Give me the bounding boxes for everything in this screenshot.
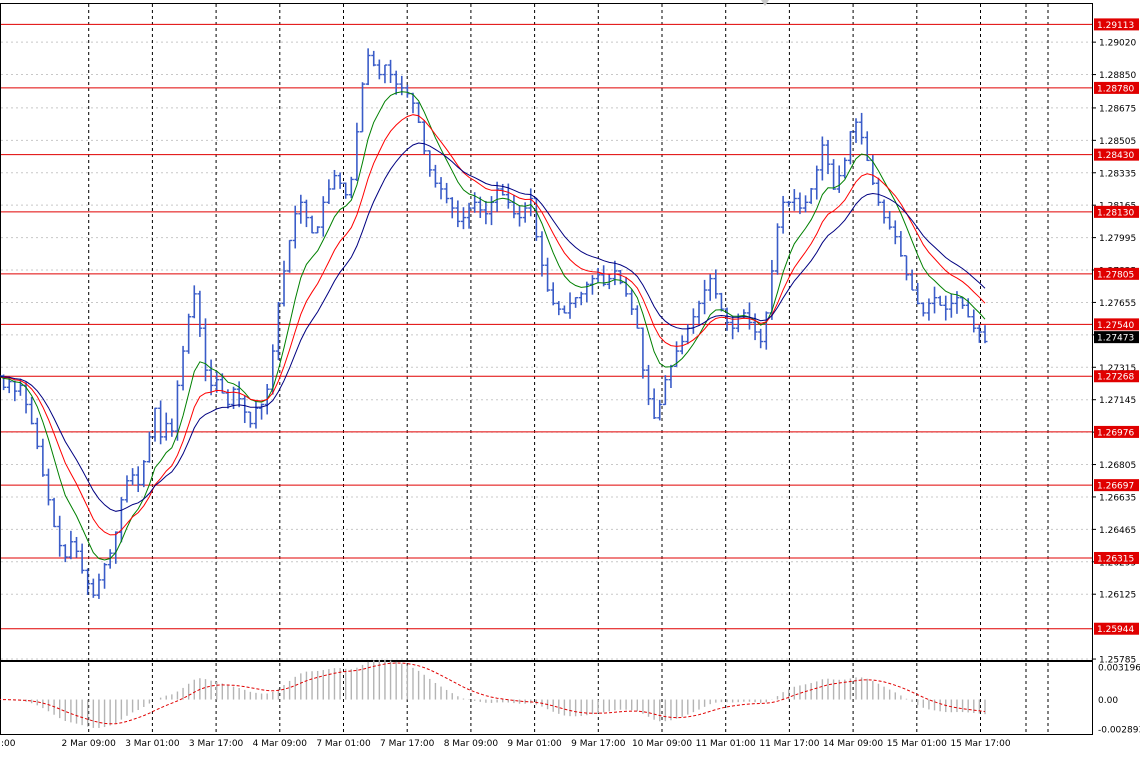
time-tick-label: 8 Mar 09:00 bbox=[444, 739, 499, 749]
level-label: 1.27268 bbox=[1097, 373, 1134, 383]
price-tick-label: 1.28850 bbox=[1099, 71, 1136, 81]
time-tick-label: 14 Mar 09:00 bbox=[823, 739, 883, 749]
time-tick-label: 15 Mar 17:00 bbox=[950, 739, 1010, 749]
oscillator-tick-label: 0.003196 bbox=[1098, 664, 1140, 674]
level-label: 1.25944 bbox=[1097, 625, 1134, 635]
price-tick-label: 1.29020 bbox=[1099, 39, 1136, 49]
level-label: 1.28130 bbox=[1097, 208, 1134, 218]
level-label: 1.28430 bbox=[1097, 151, 1134, 161]
oscillator-tick-label: -0.002893 bbox=[1098, 726, 1140, 736]
time-tick-label: 9 Mar 17:00 bbox=[571, 739, 626, 749]
level-label: 1.26697 bbox=[1097, 482, 1134, 492]
time-tick-label: 15 Mar 01:00 bbox=[887, 739, 947, 749]
time-tick-label: 7 Mar 17:00 bbox=[380, 739, 435, 749]
level-label: 1.26976 bbox=[1097, 428, 1134, 438]
level-label: 1.27805 bbox=[1097, 270, 1134, 280]
price-tick-label: 1.28505 bbox=[1099, 137, 1136, 147]
time-tick-label: 9 Mar 01:00 bbox=[507, 739, 562, 749]
time-tick-label: 2 Mar 09:00 bbox=[62, 739, 117, 749]
oscillator-pane-frame bbox=[0, 661, 1093, 735]
price-tick-label: 1.27145 bbox=[1099, 396, 1136, 406]
time-tick-label: 7 Mar 01:00 bbox=[316, 739, 371, 749]
level-label: 1.28780 bbox=[1097, 84, 1134, 94]
time-tick-label: :00 bbox=[1, 739, 16, 749]
price-chart[interactable]: 1.29020 1.28850 1.28675 1.28505 1.28335 1.281… bbox=[0, 0, 1140, 757]
price-tick-label: 1.27655 bbox=[1099, 299, 1136, 309]
chart-svg: 1.29020 1.28850 1.28675 1.28505 1.28335 1.281… bbox=[0, 0, 1140, 749]
price-tick-label: 1.26805 bbox=[1099, 461, 1136, 471]
level-label: 1.29113 bbox=[1097, 21, 1134, 31]
price-tick-label: 1.28675 bbox=[1099, 104, 1136, 114]
time-tick-label: 3 Mar 01:00 bbox=[125, 739, 180, 749]
time-tick-label: 10 Mar 09:00 bbox=[632, 739, 692, 749]
oscillator-tick-label: 0.00 bbox=[1098, 696, 1118, 706]
time-tick-label: 11 Mar 01:00 bbox=[696, 739, 756, 749]
price-tick-label: 1.26465 bbox=[1099, 526, 1136, 536]
level-label: 1.27540 bbox=[1097, 321, 1134, 331]
time-tick-label: 11 Mar 17:00 bbox=[759, 739, 819, 749]
current-price-label: 1.27473 bbox=[1097, 334, 1134, 344]
price-tick-label: 1.27995 bbox=[1099, 234, 1136, 244]
price-tick-label: 1.26635 bbox=[1099, 493, 1136, 503]
time-tick-label: 4 Mar 09:00 bbox=[253, 739, 308, 749]
price-tick-label: 1.28335 bbox=[1099, 169, 1136, 179]
time-tick-label: 3 Mar 17:00 bbox=[189, 739, 244, 749]
level-label: 1.26315 bbox=[1097, 554, 1134, 564]
price-tick-label: 1.26125 bbox=[1099, 591, 1136, 601]
